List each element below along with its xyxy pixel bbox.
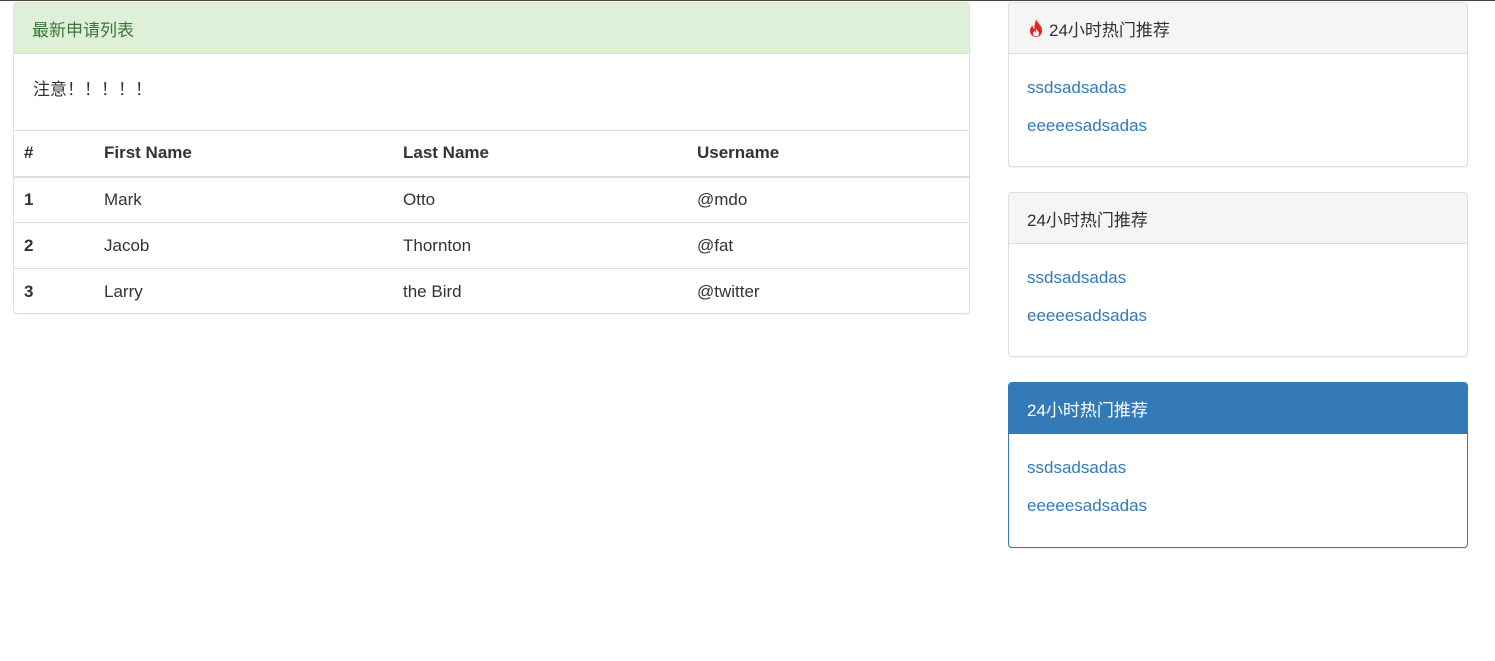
- panel-title: 最新申请列表: [32, 20, 134, 40]
- applications-table: # First Name Last Name Username 1 Mark O…: [14, 130, 969, 313]
- recommend-links: ssdsadsadas eeeeesadsadas: [1009, 434, 1467, 515]
- panel-heading: 最新申请列表: [14, 3, 969, 54]
- panel-title: 24小时热门推荐: [1027, 210, 1148, 230]
- table-row: 1 Mark Otto @mdo: [14, 176, 969, 223]
- username-cell: @fat: [687, 222, 969, 269]
- panel-body: 注意！！！！！: [14, 54, 969, 130]
- table-row: 2 Jacob Thornton @fat: [14, 222, 969, 269]
- panel-title: 24小时热门推荐: [1049, 20, 1170, 40]
- recommend-link[interactable]: ssdsadsadas: [1027, 458, 1449, 477]
- top-border-line: [0, 0, 1495, 1]
- hot-recommend-panel-3: 24小时热门推荐 ssdsadsadas eeeeesadsadas: [1008, 382, 1468, 548]
- panel-heading: 24小时热门推荐: [1009, 3, 1467, 54]
- table-body: 1 Mark Otto @mdo 2 Jacob Thornton @fat 3…: [14, 176, 969, 313]
- first-name-cell: Larry: [94, 268, 393, 313]
- hot-recommend-panel-1: 24小时热门推荐 ssdsadsadas eeeeesadsadas: [1008, 2, 1468, 167]
- column-header-first-name: First Name: [94, 130, 393, 178]
- notice-text: 注意！！！！！: [33, 80, 152, 99]
- column-header-number: #: [14, 130, 94, 178]
- row-number: 3: [14, 268, 94, 313]
- column-header-username: Username: [687, 130, 969, 178]
- fire-icon: [1027, 18, 1045, 38]
- table-header: # First Name Last Name Username: [14, 130, 969, 178]
- row-number: 2: [14, 222, 94, 269]
- username-cell: @mdo: [687, 176, 969, 223]
- recommend-link[interactable]: eeeeesadsadas: [1027, 116, 1449, 135]
- row-number: 1: [14, 176, 94, 223]
- last-name-cell: Otto: [393, 176, 687, 223]
- hot-recommend-panel-2: 24小时热门推荐 ssdsadsadas eeeeesadsadas: [1008, 192, 1468, 357]
- panel-title: 24小时热门推荐: [1027, 400, 1148, 420]
- recommend-links: ssdsadsadas eeeeesadsadas: [1009, 244, 1467, 325]
- recommend-link[interactable]: eeeeesadsadas: [1027, 496, 1449, 515]
- latest-applications-panel: 最新申请列表 注意！！！！！ # First Name Last Name Us…: [13, 2, 970, 314]
- table-header-row: # First Name Last Name Username: [14, 130, 969, 178]
- table-row: 3 Larry the Bird @twitter: [14, 268, 969, 313]
- recommend-links: ssdsadsadas eeeeesadsadas: [1009, 54, 1467, 135]
- recommend-link[interactable]: ssdsadsadas: [1027, 268, 1449, 287]
- recommend-link[interactable]: eeeeesadsadas: [1027, 306, 1449, 325]
- first-name-cell: Mark: [94, 176, 393, 223]
- panel-heading: 24小时热门推荐: [1009, 193, 1467, 244]
- recommend-link[interactable]: ssdsadsadas: [1027, 78, 1449, 97]
- column-header-last-name: Last Name: [393, 130, 687, 178]
- panel-heading: 24小时热门推荐: [1009, 383, 1467, 434]
- last-name-cell: the Bird: [393, 268, 687, 313]
- last-name-cell: Thornton: [393, 222, 687, 269]
- first-name-cell: Jacob: [94, 222, 393, 269]
- username-cell: @twitter: [687, 268, 969, 313]
